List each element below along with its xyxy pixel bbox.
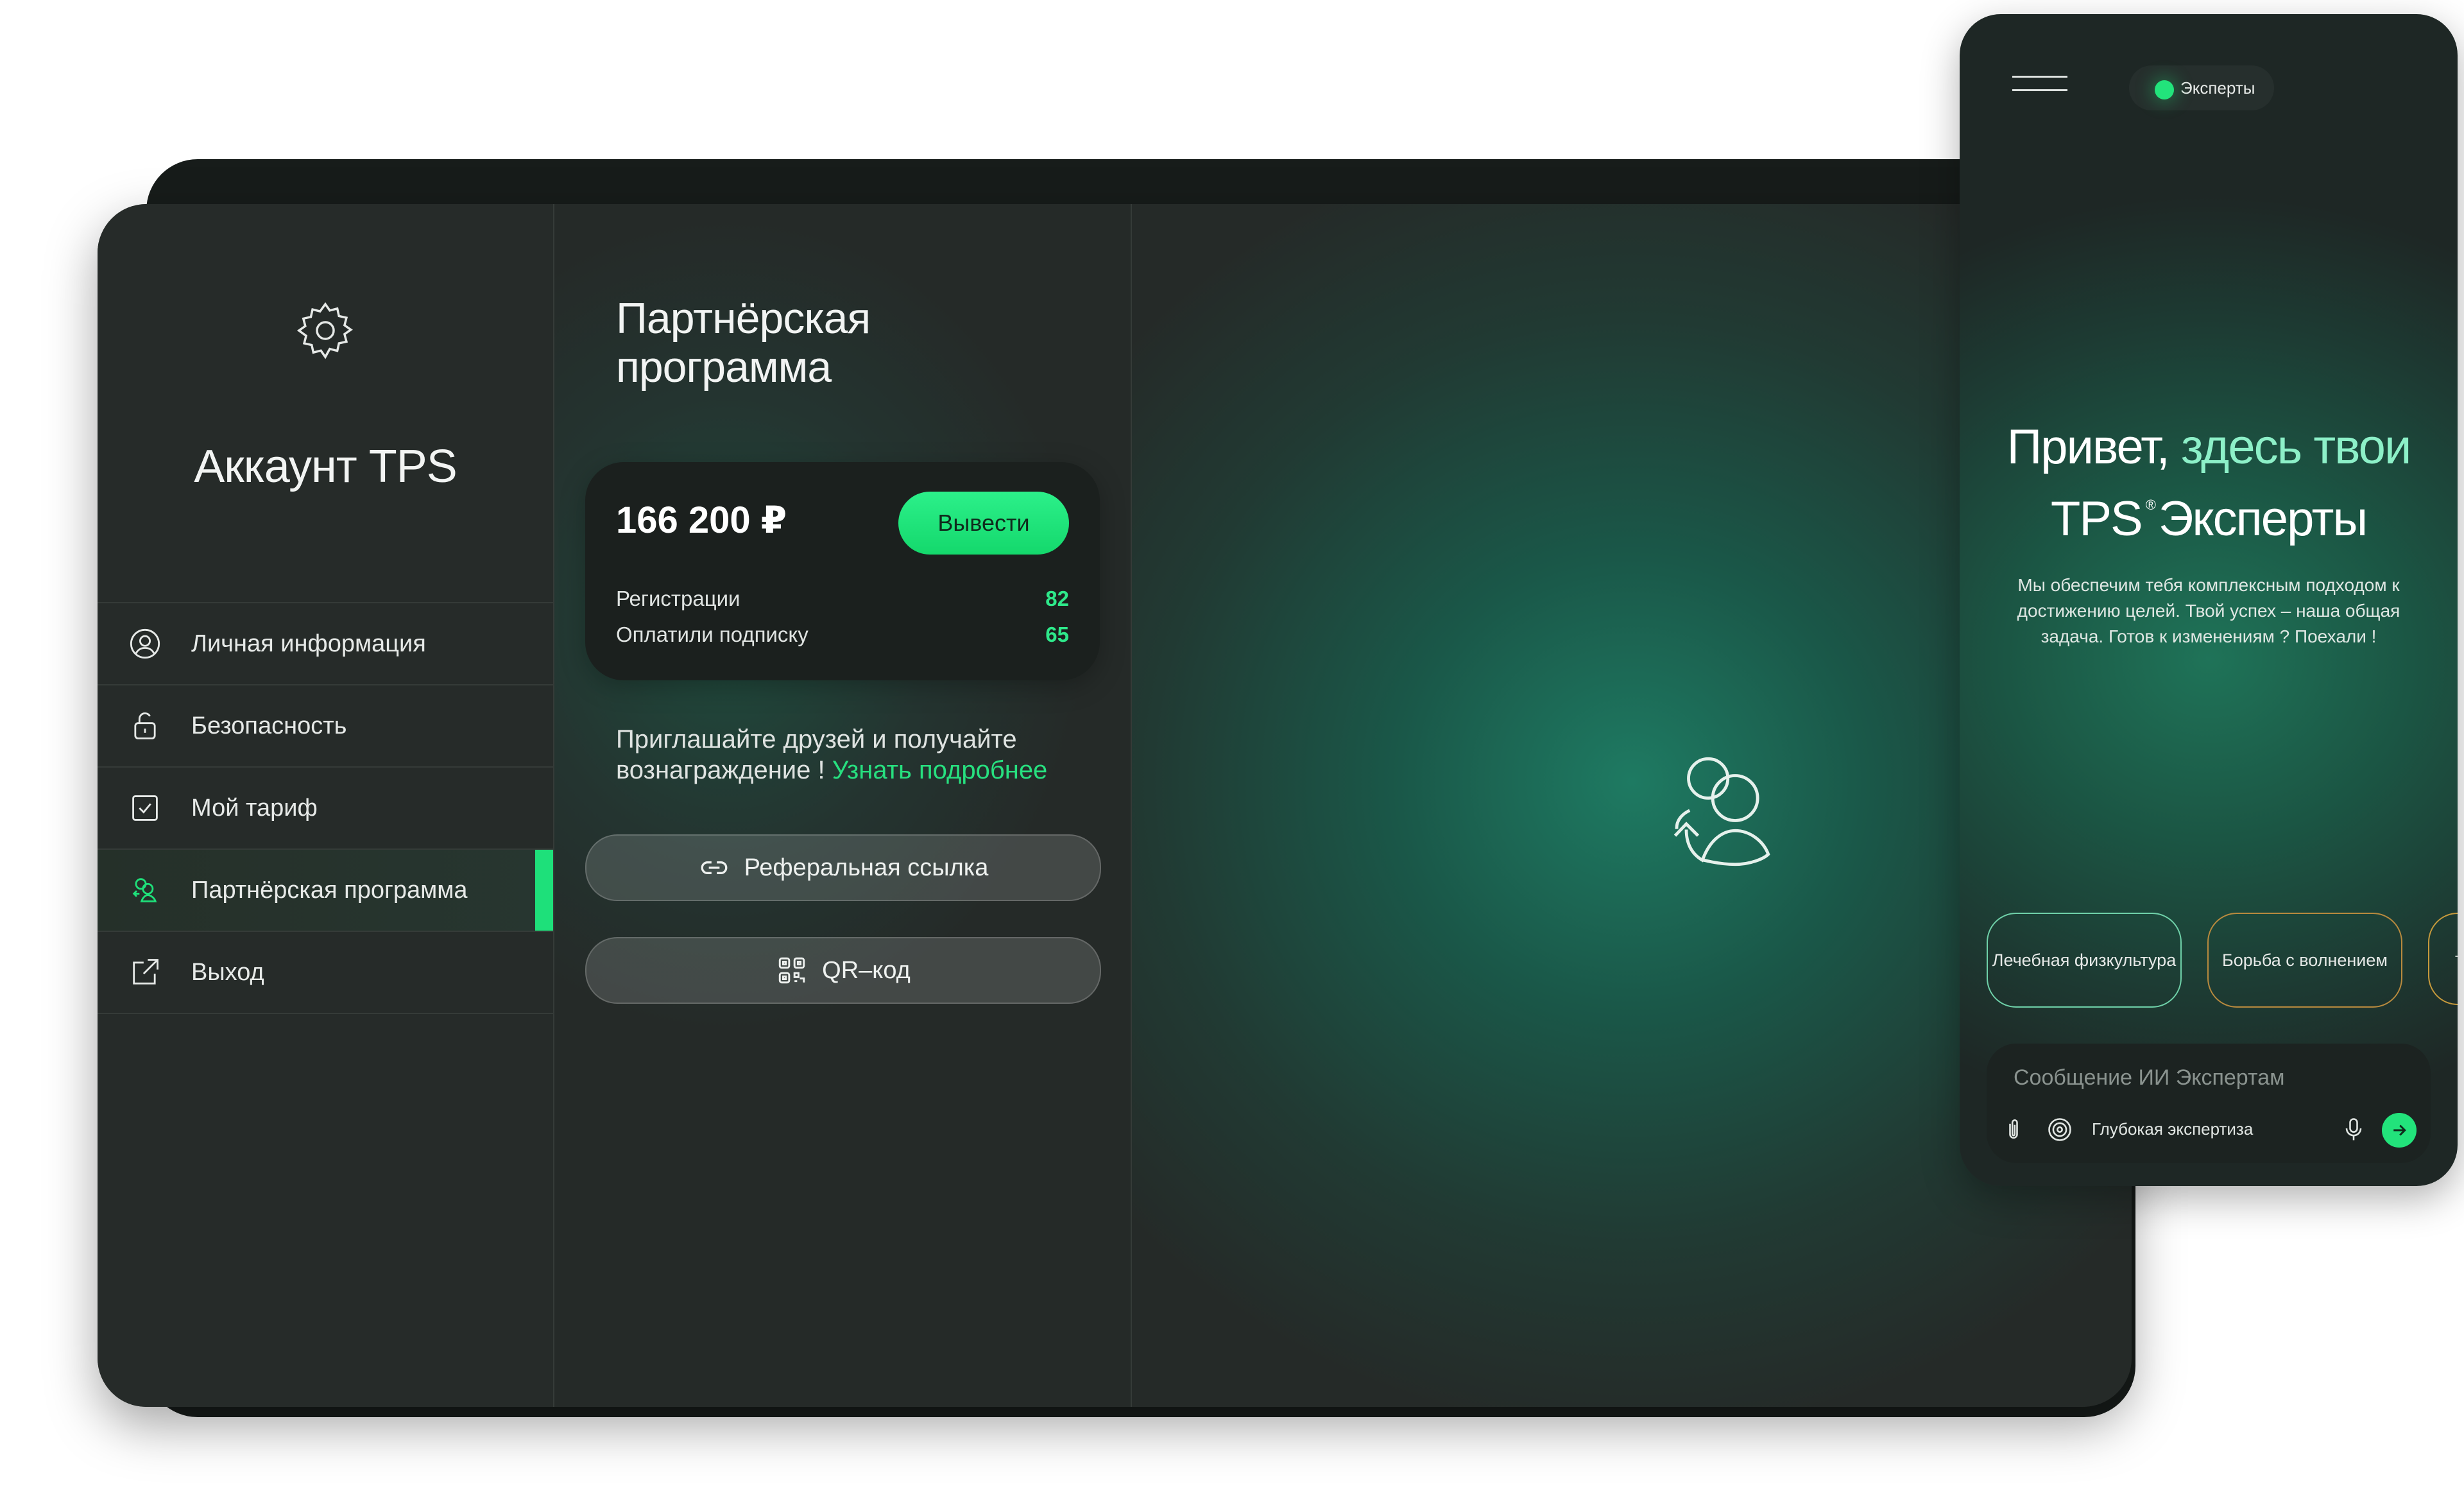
sidebar-menu: Личная информация Безопасность Мой тариф… bbox=[98, 602, 553, 1014]
balance-amount: 166 200 ₽ bbox=[616, 499, 787, 541]
partners-icon bbox=[132, 878, 157, 902]
sidebar-item-partner-program[interactable]: Партнёрская программа bbox=[98, 848, 553, 931]
arrow-right-icon bbox=[2393, 1124, 2406, 1136]
qr-code-icon bbox=[778, 957, 805, 984]
link-icon bbox=[701, 861, 727, 874]
paperclip-icon[interactable] bbox=[1999, 1115, 2028, 1144]
send-button[interactable] bbox=[2382, 1113, 2417, 1148]
stat-value: 82 bbox=[1045, 587, 1069, 610]
tag-chip[interactable]: тре bbox=[2428, 913, 2458, 1005]
tag-chip[interactable]: Борьба с волнением bbox=[2207, 913, 2402, 1008]
mobile-app: Эксперты Привет, здесь твои TPS ®Эксперты… bbox=[1960, 14, 2458, 1186]
microphone-icon[interactable] bbox=[2340, 1115, 2368, 1144]
external-link-icon bbox=[133, 959, 158, 985]
sidebar-item-my-plan[interactable]: Мой тариф bbox=[98, 766, 553, 848]
page-title: Партнёрская программа bbox=[616, 294, 871, 392]
checkbox-icon bbox=[132, 795, 158, 821]
menu-icon[interactable] bbox=[2012, 76, 2067, 95]
invite-text: Приглашайте друзей и получайте вознаграж… bbox=[616, 724, 1104, 786]
qr-code-button[interactable]: QR–код bbox=[585, 937, 1101, 1004]
message-input[interactable] bbox=[2012, 1058, 2400, 1098]
unlock-icon bbox=[134, 712, 156, 739]
sidebar-item-logout[interactable]: Выход bbox=[98, 931, 553, 1014]
balance-card: 166 200 ₽ Вывести Регистрации 82 Оплатил… bbox=[585, 462, 1100, 680]
withdraw-button[interactable]: Вывести bbox=[898, 492, 1069, 555]
hero-title-part2: здесь твои bbox=[2180, 420, 2412, 474]
qr-code-label: QR–код bbox=[822, 956, 911, 984]
hero-description: Мы обеспечим тебя комплексным подходом к… bbox=[2017, 575, 2400, 646]
hero-brand: TPS bbox=[2050, 492, 2143, 546]
stat-label: Регистрации bbox=[616, 587, 740, 610]
partner-panel: Партнёрская программа 166 200 ₽ Вывести … bbox=[554, 204, 1132, 1407]
stat-value: 65 bbox=[1045, 623, 1069, 646]
gear-icon[interactable] bbox=[292, 297, 359, 364]
experts-chip[interactable]: Эксперты bbox=[2129, 65, 2275, 110]
account-window: Аккаунт TPS Личная информация Безопаснос… bbox=[98, 204, 2132, 1407]
page-title-line1: Партнёрская bbox=[616, 294, 871, 343]
sidebar-item-personal-info[interactable]: Личная информация bbox=[98, 602, 553, 684]
sidebar-item-label: Безопасность bbox=[191, 712, 347, 739]
sidebar-item-label: Партнёрская программа bbox=[191, 876, 468, 904]
tag-chip[interactable]: Лечебная физкультура bbox=[1987, 913, 2182, 1008]
page-title-line2: программа bbox=[616, 343, 832, 392]
active-indicator bbox=[535, 850, 553, 931]
referral-link-label: Реферальная ссылка bbox=[744, 854, 989, 881]
stat-paid-subscriptions: Оплатили подписку 65 bbox=[616, 623, 1069, 647]
status-dot bbox=[2155, 80, 2174, 99]
hero-title: Привет, здесь твои TPS ®Эксперты bbox=[1960, 418, 2458, 548]
partners-icon bbox=[1673, 757, 1770, 866]
stat-registrations: Регистрации 82 bbox=[616, 587, 1069, 611]
hero-title-part1: Привет, bbox=[2006, 420, 2181, 474]
sidebar-item-label: Личная информация bbox=[191, 630, 426, 657]
stat-label: Оплатили подписку bbox=[616, 623, 809, 646]
message-composer: Глубокая экспертиза bbox=[1987, 1044, 2431, 1163]
sidebar: Аккаунт TPS Личная информация Безопаснос… bbox=[98, 204, 554, 1407]
experts-label: Эксперты bbox=[2180, 78, 2255, 98]
deep-expertise-toggle[interactable]: Глубокая экспертиза bbox=[2092, 1119, 2253, 1139]
sidebar-item-security[interactable]: Безопасность bbox=[98, 684, 553, 766]
sidebar-item-label: Выход bbox=[191, 958, 264, 986]
account-title: Аккаунт TPS bbox=[194, 441, 458, 492]
sidebar-item-label: Мой тариф bbox=[191, 794, 318, 822]
user-circle-icon bbox=[130, 628, 160, 659]
target-icon[interactable] bbox=[2046, 1115, 2074, 1144]
registered-mark: ® bbox=[2145, 497, 2156, 513]
learn-more-link[interactable]: Узнать подробнее bbox=[832, 756, 1048, 784]
hero-title-part3: Эксперты bbox=[2158, 492, 2368, 546]
referral-link-button[interactable]: Реферальная ссылка bbox=[585, 834, 1101, 901]
